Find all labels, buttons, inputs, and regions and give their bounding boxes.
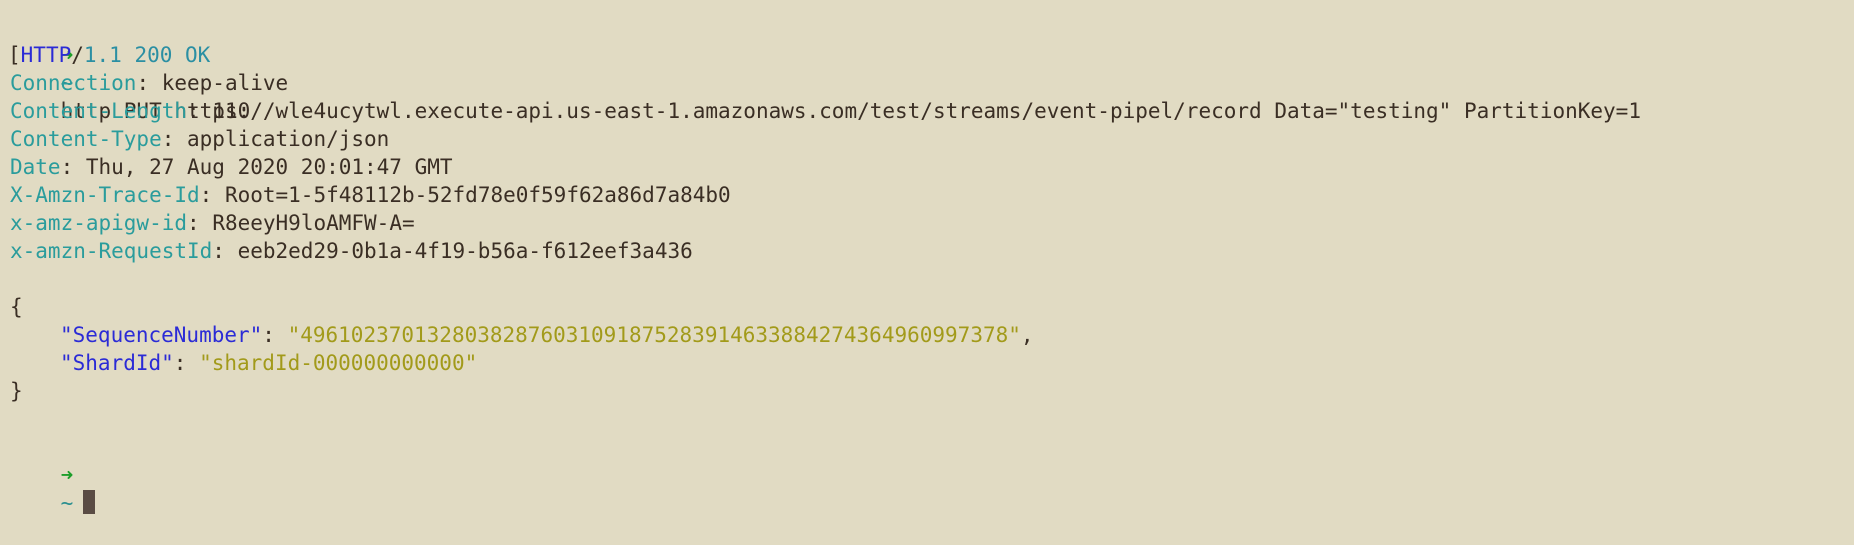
header-key: X-Amzn-Trace-Id	[10, 183, 200, 207]
status-version: 1.1 200 OK	[83, 43, 211, 67]
status-bracket: [	[8, 43, 21, 67]
header-key: Date	[10, 155, 61, 179]
prompt-arrow-icon: ➜	[60, 463, 74, 487]
text-cursor[interactable]	[83, 490, 96, 514]
command-text: http PUT https://wle4ucytwl.execute-api.…	[60, 99, 1641, 123]
header-value: application/json	[187, 127, 390, 151]
header-value: keep-alive	[161, 71, 289, 95]
status-line: [HTTP/1.1 200 OK	[8, 41, 1854, 69]
header-value: 110	[212, 99, 251, 123]
header-value: Thu, 27 Aug 2020 20:01:47 GMT	[85, 155, 453, 179]
status-slash: /	[71, 43, 84, 67]
json-field: "ShardId": "shardId-000000000000"	[60, 351, 478, 375]
command-line: ➜ ~ http PUT https://wle4ucytwl.execute-…	[10, 13, 1854, 123]
header-row: Content-Type: application/json	[10, 127, 390, 151]
json-close-brace: }	[10, 379, 23, 403]
header-value: R8eeyH9loAMFW-A=	[212, 211, 415, 235]
json-value: "496102370132803828760310918752839146338…	[287, 323, 1021, 347]
prompt-line[interactable]: ➜ ~	[10, 433, 1854, 515]
json-key: "ShardId"	[60, 351, 174, 375]
json-value: "shardId-000000000000"	[199, 351, 478, 375]
header-row: x-amzn-RequestId: eeb2ed29-0b1a-4f19-b56…	[10, 239, 693, 263]
header-key: x-amzn-RequestId	[10, 239, 213, 263]
header-row: X-Amzn-Trace-Id: Root=1-5f48112b-52fd78e…	[10, 183, 731, 207]
header-key: Content-Type	[10, 127, 162, 151]
header-value: Root=1-5f48112b-52fd78e0f59f62a86d7a84b0	[224, 183, 731, 207]
json-key: "SequenceNumber"	[60, 323, 263, 347]
header-row: Date: Thu, 27 Aug 2020 20:01:47 GMT	[10, 155, 453, 179]
header-key: x-amz-apigw-id	[10, 211, 188, 235]
header-key: Content-Length	[10, 99, 188, 123]
header-row: x-amz-apigw-id: R8eeyH9loAMFW-A=	[10, 211, 415, 235]
json-open-brace: {	[10, 295, 23, 319]
prompt-directory: ~	[60, 491, 74, 515]
header-key: Connection	[10, 71, 137, 95]
header-row: Connection: keep-alive	[10, 71, 289, 95]
status-protocol: HTTP	[20, 43, 72, 67]
terminal-window[interactable]: ➜ ~ http PUT https://wle4ucytwl.execute-…	[0, 0, 1854, 515]
header-value: eeb2ed29-0b1a-4f19-b56a-f612eef3a436	[237, 239, 693, 263]
json-field: "SequenceNumber": "496102370132803828760…	[60, 323, 1034, 347]
